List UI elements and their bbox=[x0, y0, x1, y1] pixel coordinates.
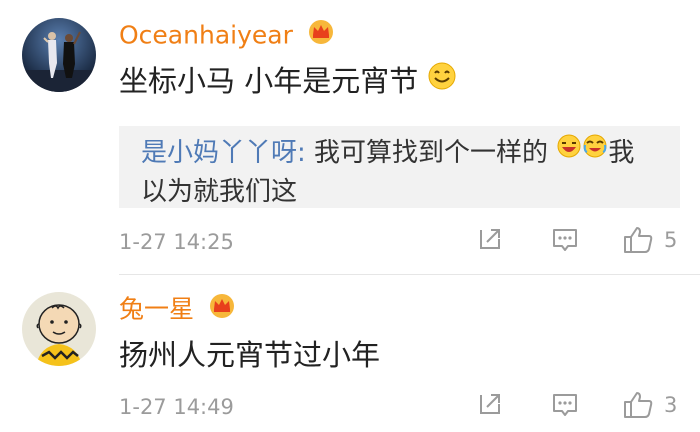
crown-badge-icon bbox=[208, 292, 236, 325]
like-button[interactable]: 5 bbox=[622, 225, 677, 255]
comment-time: 1-27 14:49 bbox=[119, 395, 234, 419]
like-icon bbox=[624, 392, 653, 418]
like-count: 3 bbox=[664, 393, 678, 417]
username-text[interactable]: Oceanhaiyear bbox=[119, 21, 293, 50]
repost-button[interactable] bbox=[477, 226, 503, 252]
crown-badge-icon bbox=[307, 18, 335, 51]
repost-icon bbox=[480, 229, 500, 249]
laugh-emoji-icon bbox=[556, 132, 582, 170]
like-button[interactable]: 3 bbox=[622, 390, 677, 420]
comment-icon bbox=[553, 229, 577, 251]
like-icon bbox=[624, 227, 653, 253]
smile-emoji-icon bbox=[427, 61, 457, 100]
quote-text: 我可算找到个一样的 bbox=[314, 138, 549, 168]
username[interactable]: 兔一星 bbox=[119, 294, 236, 327]
repost-icon bbox=[480, 394, 500, 414]
like-count: 5 bbox=[664, 228, 678, 252]
quote-username[interactable]: 是小妈丫丫呀 bbox=[141, 138, 297, 168]
quote-text-end: 我 bbox=[608, 138, 635, 168]
quote-text-line2: 以为就我们这 bbox=[141, 176, 298, 207]
username[interactable]: Oceanhaiyear bbox=[119, 20, 335, 53]
comment-text: 坐标小马 小年是元宵节 bbox=[119, 62, 457, 103]
comment-text: 扬州人元宵节过小年 bbox=[119, 338, 381, 372]
repost-button[interactable] bbox=[477, 391, 503, 417]
avatar[interactable] bbox=[22, 18, 96, 92]
comment-button[interactable] bbox=[551, 391, 579, 419]
comment-button[interactable] bbox=[551, 226, 579, 254]
quoted-reply[interactable]: 是小妈丫丫呀: 我可算找到个一样的 我 以为就我们这 bbox=[119, 126, 680, 208]
avatar[interactable] bbox=[22, 292, 96, 366]
comment-time: 1-27 14:25 bbox=[119, 230, 234, 254]
divider bbox=[119, 274, 700, 275]
username-text[interactable]: 兔一星 bbox=[119, 295, 194, 324]
cry-laugh-emoji-icon bbox=[582, 132, 608, 170]
comment-icon bbox=[553, 394, 577, 416]
